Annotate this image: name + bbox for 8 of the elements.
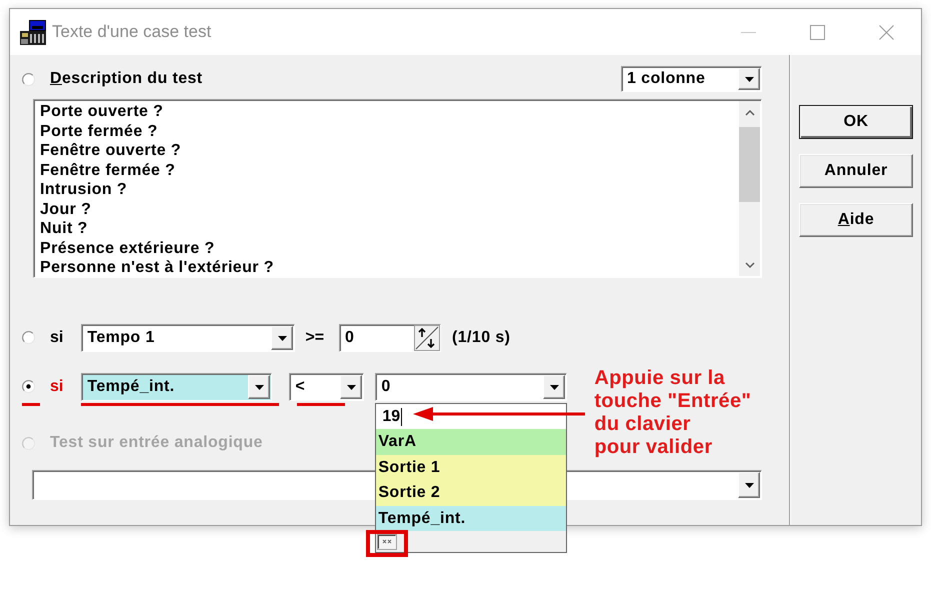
option-label: Test sur entrée analogique — [50, 434, 263, 452]
option-label: Description du test — [50, 70, 203, 88]
operator-label: >= — [305, 328, 324, 348]
option-label: si — [50, 377, 64, 397]
option-label: si — [50, 328, 64, 348]
annotation-note: Appuie sur la touche "Entrée" du clavier pour valider — [594, 367, 752, 459]
window-title: Texte d'une case test — [52, 22, 212, 42]
unit-label: (1/10 s) — [452, 328, 510, 348]
